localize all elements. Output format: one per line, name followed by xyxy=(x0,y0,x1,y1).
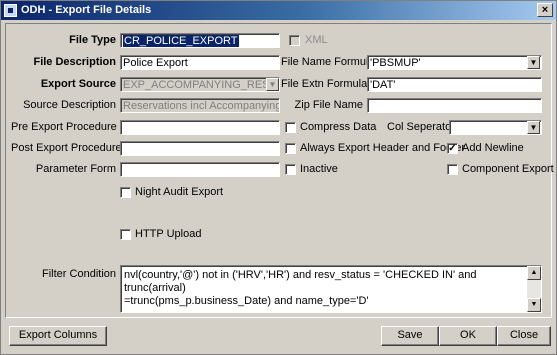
file-extn-formula-label: File Extn Formula xyxy=(281,78,368,90)
file-name-formula-label: File Name Formula xyxy=(281,56,375,68)
xml-checkbox xyxy=(289,35,300,46)
http-upload-checkbox[interactable] xyxy=(120,229,131,240)
component-export-checkbox[interactable] xyxy=(447,164,458,175)
filter-condition-label: Filter Condition xyxy=(42,268,116,280)
title-bar: ODH - Export File Details × xyxy=(1,1,556,20)
close-button[interactable]: Close xyxy=(497,326,551,346)
source-description-input: Reservations incl Accompanying Guests xyxy=(120,98,280,113)
pre-export-procedure-input[interactable] xyxy=(120,120,280,135)
xml-label: XML xyxy=(305,34,328,46)
compress-data-label: Compress Data xyxy=(300,121,377,133)
filter-condition-textarea[interactable]: nvl(country,'@') not in ('HRV','HR') and… xyxy=(120,265,542,313)
file-type-input[interactable]: CR_POLICE_EXPORT xyxy=(120,33,280,48)
file-description-input[interactable]: Police Export xyxy=(120,55,280,70)
filter-condition-scrollbar[interactable]: ▲ ▼ xyxy=(527,266,541,312)
app-icon xyxy=(4,4,17,17)
scroll-down-icon[interactable]: ▼ xyxy=(527,298,541,312)
source-description-label: Source Description xyxy=(23,99,116,111)
export-columns-button[interactable]: Export Columns xyxy=(9,326,107,346)
close-window-icon[interactable]: × xyxy=(537,3,553,17)
night-audit-export-label: Night Audit Export xyxy=(135,186,224,198)
post-export-procedure-input[interactable] xyxy=(120,141,280,156)
export-source-dropdown-icon: ▼ xyxy=(266,78,279,91)
zip-file-name-input[interactable] xyxy=(367,98,542,113)
export-source-input: EXP_ACCOMPANYING_RESV_VIEW xyxy=(120,77,280,92)
parameter-form-input[interactable] xyxy=(120,162,280,177)
file-type-value: CR_POLICE_EXPORT xyxy=(123,35,239,47)
compress-data-checkbox[interactable] xyxy=(285,122,296,133)
inactive-label: Inactive xyxy=(300,163,338,175)
file-name-formula-input[interactable]: 'PBSMUP' xyxy=(367,55,542,70)
add-newline-checkbox[interactable]: ✓ xyxy=(447,143,458,154)
zip-file-name-label: Zip File Name xyxy=(294,99,363,111)
col-separator-dropdown-icon[interactable]: ▼ xyxy=(527,121,540,134)
file-name-formula-dropdown-icon[interactable]: ▼ xyxy=(527,56,540,69)
filter-condition-line-1: nvl(country,'@') not in ('HRV','HR') and… xyxy=(124,269,477,294)
component-export-label: Component Export xyxy=(462,163,554,175)
window-title: ODH - Export File Details xyxy=(21,4,152,16)
pre-export-procedure-label: Pre Export Procedure xyxy=(11,121,117,133)
always-export-header-checkbox[interactable] xyxy=(285,143,296,154)
http-upload-label: HTTP Upload xyxy=(135,228,202,240)
file-extn-formula-input[interactable]: 'DAT' xyxy=(367,77,542,92)
night-audit-export-checkbox[interactable] xyxy=(120,187,131,198)
export-source-label: Export Source xyxy=(40,78,116,90)
filter-condition-line-2: =trunc(pms_p.business_Date) and name_typ… xyxy=(124,295,369,307)
parameter-form-label: Parameter Form xyxy=(35,163,116,175)
col-separator-label: Col Seperator xyxy=(387,121,455,133)
always-export-header-label: Always Export Header and Footer xyxy=(300,142,466,154)
scroll-up-icon[interactable]: ▲ xyxy=(527,266,541,280)
file-type-label: File Type xyxy=(69,34,116,46)
file-description-label: File Description xyxy=(33,56,116,68)
add-newline-label: Add Newline xyxy=(462,142,524,154)
save-button[interactable]: Save xyxy=(381,326,439,346)
ok-button[interactable]: OK xyxy=(439,326,497,346)
inactive-checkbox[interactable] xyxy=(285,164,296,175)
export-file-details-window: ODH - Export File Details × File Type CR… xyxy=(0,0,557,355)
post-export-procedure-label: Post Export Procedure xyxy=(11,142,122,154)
